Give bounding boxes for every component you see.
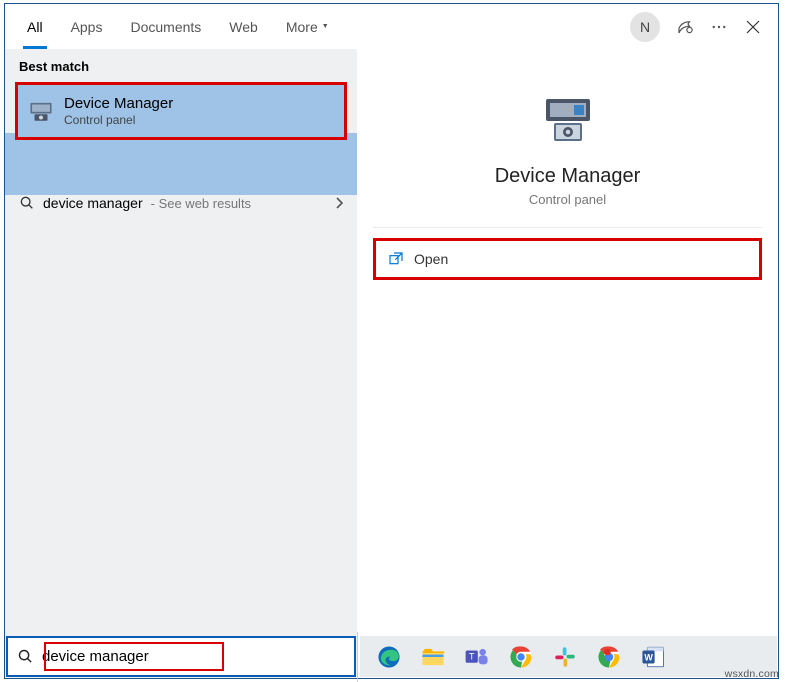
tab-label: All xyxy=(27,19,43,35)
tab-label: Apps xyxy=(71,19,103,35)
search-icon xyxy=(19,195,35,211)
open-label: Open xyxy=(414,251,448,267)
tab-label: Web xyxy=(229,19,258,35)
preview-title: Device Manager xyxy=(495,165,641,188)
feedback-icon[interactable] xyxy=(668,10,702,44)
search-window: All Apps Documents Web More ▼ N Best matc… xyxy=(4,3,779,679)
chevron-down-icon: ▼ xyxy=(322,23,329,30)
tab-more[interactable]: More ▼ xyxy=(272,4,343,49)
tab-all[interactable]: All xyxy=(13,4,57,49)
tab-documents[interactable]: Documents xyxy=(116,4,215,49)
result-title: Device Manager xyxy=(64,95,173,112)
watermark: wsxdn.com xyxy=(725,668,779,680)
web-query-text: device manager xyxy=(43,195,143,211)
avatar-initial: N xyxy=(640,19,650,35)
preview-card: Device Manager Control panel xyxy=(373,69,762,228)
chrome-alt-icon[interactable] xyxy=(592,640,626,674)
search-icon xyxy=(8,648,42,665)
open-action[interactable]: Open xyxy=(373,238,762,280)
file-explorer-icon[interactable] xyxy=(416,640,450,674)
word-icon[interactable]: W xyxy=(636,640,670,674)
preview-panel: Device Manager Control panel Open xyxy=(357,49,778,678)
teams-icon[interactable]: T xyxy=(460,640,494,674)
close-button[interactable] xyxy=(736,10,770,44)
filter-tabs: All Apps Documents Web More ▼ N xyxy=(5,4,778,49)
web-hint-text: - See web results xyxy=(151,196,251,211)
slack-icon[interactable] xyxy=(548,640,582,674)
svg-text:T: T xyxy=(469,651,475,661)
edge-icon[interactable] xyxy=(372,640,406,674)
divider xyxy=(357,632,358,682)
search-input[interactable] xyxy=(42,638,354,675)
tab-label: Documents xyxy=(130,19,201,35)
result-subtitle: Control panel xyxy=(64,113,173,127)
chevron-right-icon xyxy=(335,197,343,209)
results-panel: Best match Device Manager Control panel … xyxy=(5,49,357,678)
tab-label: More xyxy=(286,19,318,35)
selection-highlight xyxy=(5,133,357,195)
search-body: Best match Device Manager Control panel … xyxy=(5,49,778,678)
tab-apps[interactable]: Apps xyxy=(57,4,117,49)
user-avatar[interactable]: N xyxy=(630,12,660,42)
search-bar[interactable] xyxy=(6,636,356,677)
actions-list: Open xyxy=(373,238,762,280)
chrome-icon[interactable] xyxy=(504,640,538,674)
best-match-heading: Best match xyxy=(5,49,357,82)
device-manager-icon xyxy=(28,98,54,124)
more-options-icon[interactable] xyxy=(702,10,736,44)
best-match-result[interactable]: Device Manager Control panel xyxy=(15,82,347,140)
taskbar: T W xyxy=(360,636,777,677)
svg-text:W: W xyxy=(644,652,653,662)
device-manager-large-icon xyxy=(536,89,600,153)
tab-web[interactable]: Web xyxy=(215,4,272,49)
open-icon xyxy=(388,251,404,267)
preview-subtitle: Control panel xyxy=(529,192,606,207)
